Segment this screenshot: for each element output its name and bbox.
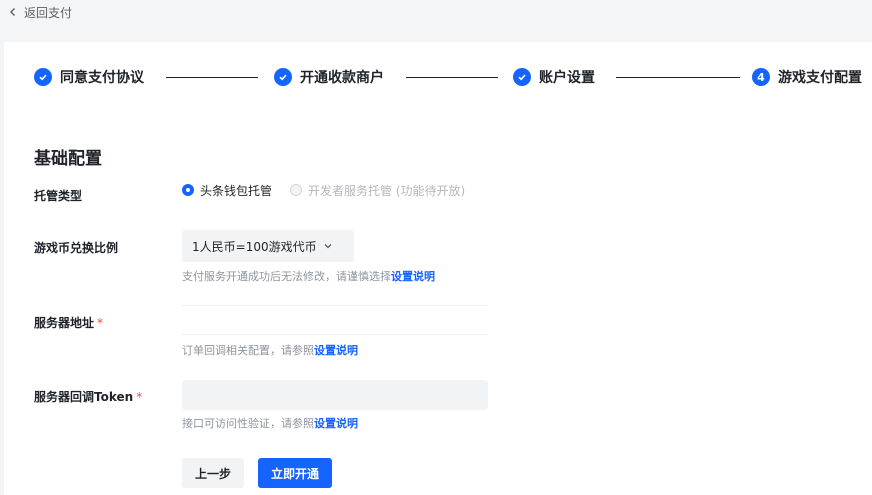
exchange-ratio-select[interactable]: 1人民币=100游戏代币 [182,230,354,262]
steps-bar: 同意支付协议 开通收款商户 账户设置 4 游戏支付配置 [4,62,872,92]
check-circle-icon [34,68,52,86]
setup-guide-link[interactable]: 设置说明 [391,270,435,283]
back-to-payment-link[interactable]: 返回支付 [8,3,72,21]
step-label: 游戏支付配置 [778,70,862,86]
step-open-merchant: 开通收款商户 [274,62,384,92]
required-mark: * [97,316,104,330]
select-value: 1人民币=100游戏代币 [192,239,317,254]
radio-label: 头条钱包托管 [200,183,273,198]
setup-guide-link[interactable]: 设置说明 [314,344,358,357]
radio-label: 开发者服务托管 (功能待开放) [308,183,466,198]
check-circle-icon [513,68,531,86]
exchange-ratio-hint: 支付服务开通成功后无法修改，请谨慎选择设置说明 [182,268,435,284]
step-label: 账户设置 [539,70,595,86]
label-text: 服务器地址 [34,316,95,330]
exchange-ratio-label: 游戏币兑换比例 [34,241,119,255]
activate-now-button[interactable]: 立即开通 [258,458,332,488]
radio-unchecked-icon [290,184,303,196]
callback-token-label: 服务器回调Token * [34,388,142,405]
step-number-badge: 4 [752,68,770,86]
hint-text: 订单回调相关配置，请参照 [182,344,314,357]
check-circle-icon [274,68,292,86]
server-address-hint: 订单回调相关配置，请参照设置说明 [182,342,358,358]
required-mark: * [136,390,143,404]
server-address-label: 服务器地址 * [34,314,103,331]
hint-text: 支付服务开通成功后无法修改，请谨慎选择 [182,270,391,283]
step-account-settings: 账户设置 [513,62,595,92]
hint-text: 接口可访问性验证，请参照 [182,417,314,430]
chevron-left-icon [10,8,15,16]
radio-developer-hosting[interactable]: 开发者服务托管 (功能待开放) [290,182,465,199]
callback-token-input[interactable] [182,380,488,410]
step-label: 开通收款商户 [300,70,384,86]
section-title: 基础配置 [34,149,102,169]
step-game-payment-config: 4 游戏支付配置 [752,62,862,92]
hosting-type-radio-group: 头条钱包托管 开发者服务托管 (功能待开放) [182,182,465,198]
radio-wallet-hosting[interactable]: 头条钱包托管 [182,182,272,199]
hosting-type-label: 托管类型 [34,189,83,203]
step-connector [616,77,740,78]
callback-token-hint: 接口可访问性验证，请参照设置说明 [182,415,358,431]
step-label: 同意支付协议 [60,70,144,86]
chevron-down-icon [324,244,332,249]
prev-step-button[interactable]: 上一步 [182,458,244,488]
step-agree-protocol: 同意支付协议 [34,62,144,92]
back-label: 返回支付 [24,5,73,20]
step-connector [406,77,498,78]
server-address-input[interactable] [182,305,488,335]
config-card: 同意支付协议 开通收款商户 账户设置 4 游戏支付配置 基础配置 托管类型 头条… [4,42,872,495]
step-connector [166,77,258,78]
setup-guide-link[interactable]: 设置说明 [314,417,358,430]
label-text: 服务器回调Token [34,390,134,404]
top-bar: 返回支付 [0,0,872,42]
radio-checked-icon [182,184,194,196]
